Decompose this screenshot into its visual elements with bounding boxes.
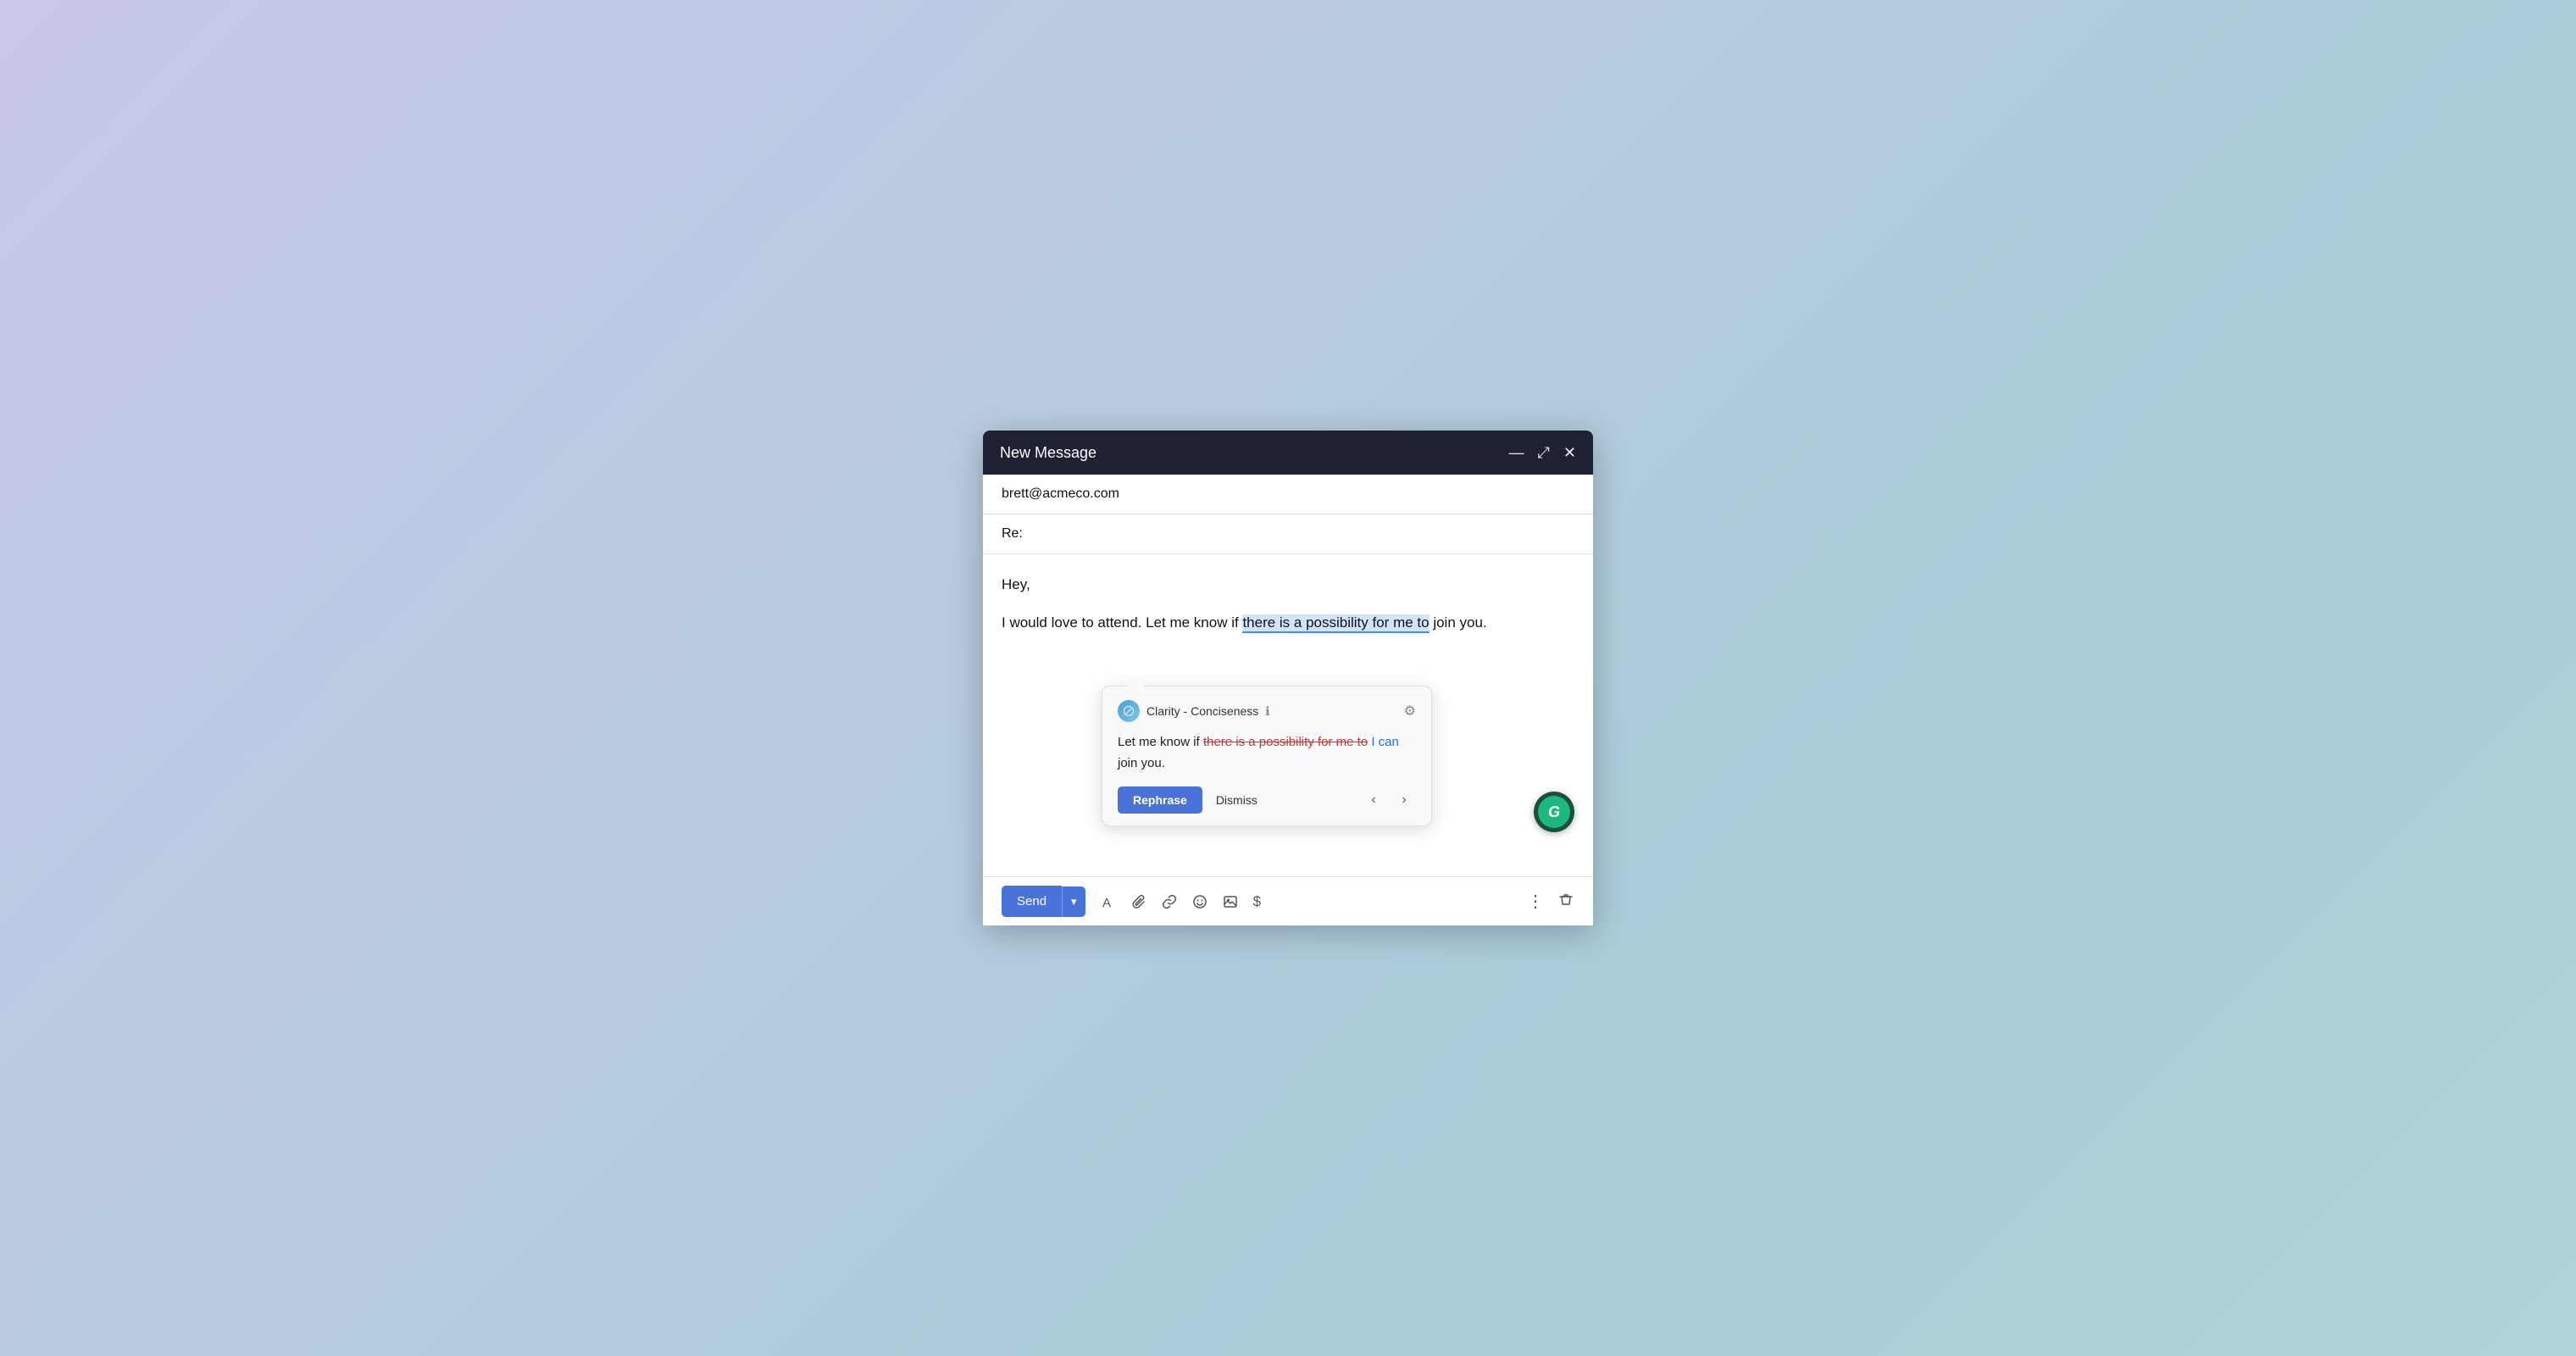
emoji-icon[interactable] xyxy=(1192,894,1208,909)
dollar-icon[interactable]: $ xyxy=(1253,893,1261,910)
settings-icon[interactable]: ⚙ xyxy=(1404,703,1416,720)
image-icon[interactable] xyxy=(1223,894,1238,909)
prev-suggestion-button[interactable]: ‹ xyxy=(1362,788,1385,812)
toolbar: Send ▾ A xyxy=(983,876,1593,925)
compose-window: New Message — ⤢ ✕ brett@acmeco.com Re: H… xyxy=(983,431,1593,925)
link-icon[interactable] xyxy=(1162,894,1177,909)
close-button[interactable]: ✕ xyxy=(1563,445,1576,460)
popup-category: Clarity - Conciseness xyxy=(1146,704,1258,718)
maximize-button[interactable]: ⤢ xyxy=(1538,445,1550,460)
dismiss-button[interactable]: Dismiss xyxy=(1213,786,1261,814)
delete-icon[interactable] xyxy=(1557,891,1574,912)
to-value: brett@acmeco.com xyxy=(1002,486,1119,501)
grammarly-popup: Clarity - Conciseness ℹ ⚙ Let me know if… xyxy=(1102,686,1432,826)
grammarly-fab-icon: G xyxy=(1538,796,1570,828)
popup-header-left: Clarity - Conciseness ℹ xyxy=(1118,700,1270,722)
message-area[interactable]: Hey, I would love to attend. Let me know… xyxy=(983,554,1593,876)
send-dropdown-button[interactable]: ▾ xyxy=(1062,886,1085,917)
more-options-icon[interactable]: ⋮ xyxy=(1527,891,1544,912)
toolbar-icons: A xyxy=(1101,893,1261,910)
popup-header: Clarity - Conciseness ℹ ⚙ xyxy=(1118,700,1416,722)
subject-value: Re: xyxy=(1002,526,1023,541)
svg-text:A: A xyxy=(1102,896,1111,909)
highlighted-phrase: there is a possibility for me to xyxy=(1242,614,1429,633)
send-button[interactable]: Send xyxy=(1002,886,1062,917)
strikethrough-phrase: there is a possibility for me to xyxy=(1203,735,1368,749)
body-line: I would love to attend. Let me know if t… xyxy=(1002,611,1574,636)
title-bar-controls: — ⤢ ✕ xyxy=(1509,445,1577,460)
body-before: I would love to attend. Let me know if xyxy=(1002,614,1242,631)
grammarly-fab-button[interactable]: G xyxy=(1534,792,1574,832)
body-after: join you. xyxy=(1430,614,1487,631)
compose-body: brett@acmeco.com Re: Hey, I would love t… xyxy=(983,475,1593,925)
to-field[interactable]: brett@acmeco.com xyxy=(983,475,1593,514)
window-title: New Message xyxy=(1000,444,1096,462)
rephrase-button[interactable]: Rephrase xyxy=(1118,786,1202,814)
insert-phrase: I can xyxy=(1371,735,1399,749)
subject-field[interactable]: Re: xyxy=(983,514,1593,554)
greeting-line: Hey, xyxy=(1002,573,1574,597)
popup-actions: Rephrase Dismiss ‹ › xyxy=(1118,786,1416,814)
title-bar: New Message — ⤢ ✕ xyxy=(983,431,1593,475)
suggestion-prefix: Let me know if xyxy=(1118,735,1203,749)
popup-suggestion: Let me know if there is a possibility fo… xyxy=(1118,732,1416,775)
attach-icon[interactable] xyxy=(1131,894,1146,909)
toolbar-right: ⋮ xyxy=(1527,891,1574,912)
message-text: Hey, I would love to attend. Let me know… xyxy=(1002,573,1574,636)
font-icon[interactable]: A xyxy=(1101,894,1116,909)
grammarly-logo-icon xyxy=(1118,700,1140,722)
popup-nav: ‹ › xyxy=(1362,788,1416,812)
minimize-button[interactable]: — xyxy=(1509,445,1524,460)
info-icon[interactable]: ℹ xyxy=(1265,704,1269,719)
next-suggestion-button[interactable]: › xyxy=(1392,788,1416,812)
suggestion-suffix: join you. xyxy=(1118,756,1165,770)
